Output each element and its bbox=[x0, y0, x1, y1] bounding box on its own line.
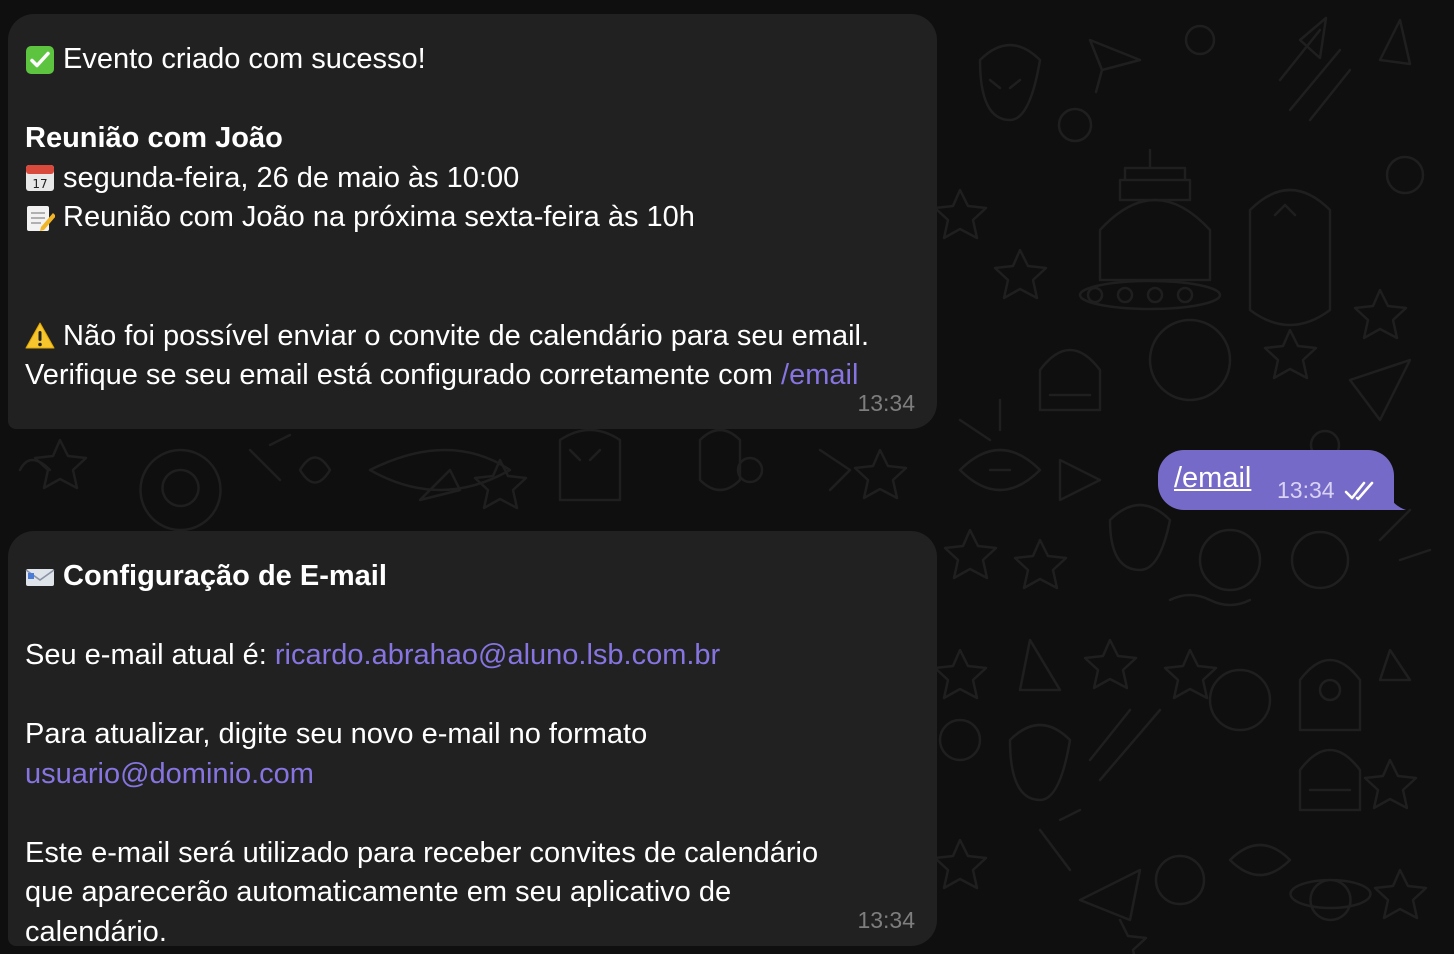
event-title: Reunião com João bbox=[25, 122, 283, 154]
config-title: Configuração de E-mail bbox=[63, 560, 387, 592]
current-email-link[interactable]: ricardo.abrahao@aluno.lsb.com.br bbox=[275, 636, 720, 676]
message-timestamp: 13:34 bbox=[1277, 477, 1335, 503]
chat-area: Evento criado com sucesso! Reunião com J… bbox=[0, 0, 1454, 954]
status-line: Evento criado com sucesso! bbox=[25, 40, 921, 80]
message-timestamp: 13:34 bbox=[857, 906, 915, 933]
config-title-line: Configuração de E-mail bbox=[25, 557, 921, 597]
current-email-line: Seu e-mail atual é: ricardo.abrahao@alun… bbox=[25, 636, 921, 676]
double-check-icon bbox=[1344, 481, 1374, 501]
incoming-message-event-created: Evento criado com sucesso! Reunião com J… bbox=[8, 14, 937, 429]
date-line: 17 segunda-feira, 26 de maio às 10:00 bbox=[25, 159, 921, 199]
current-email-label: Seu e-mail atual é: bbox=[25, 639, 267, 671]
warning-icon bbox=[25, 321, 55, 351]
format-example-link[interactable]: usuario@dominio.com bbox=[25, 755, 921, 795]
info-text-line-3: calendário. bbox=[25, 915, 167, 948]
info-text-line-1: Este e-mail será utilizado para receber … bbox=[25, 836, 819, 869]
message-timestamp: 13:34 bbox=[857, 389, 915, 416]
memo-text: Reunião com João na próxima sexta-feira … bbox=[63, 201, 695, 233]
info-text-line-2: que aparecerão automaticamente em seu ap… bbox=[25, 876, 732, 908]
verify-line: Verifique se seu email está configurado … bbox=[25, 356, 921, 396]
warning-text: Não foi possível enviar o convite de cal… bbox=[63, 319, 870, 352]
outgoing-message-email-command: /email 13:34 bbox=[1158, 450, 1394, 510]
status-text: Evento criado com sucesso! bbox=[63, 43, 426, 75]
check-mark-icon bbox=[25, 45, 55, 75]
date-text: segunda-feira, 26 de maio às 10:00 bbox=[63, 161, 520, 194]
email-command[interactable]: /email bbox=[1174, 462, 1251, 494]
bubble-tail bbox=[1386, 484, 1406, 510]
verify-text: Verifique se seu email está configurado … bbox=[25, 359, 773, 391]
warning-line: Não foi possível enviar o convite de cal… bbox=[25, 317, 921, 357]
incoming-message-email-config: Configuração de E-mail Seu e-mail atual … bbox=[8, 531, 937, 948]
memo-icon bbox=[25, 203, 55, 233]
envelope-icon bbox=[25, 562, 55, 592]
update-instruction: Para atualizar, digite seu novo e-mail n… bbox=[25, 718, 648, 750]
calendar-icon: 17 bbox=[25, 163, 55, 193]
email-command-link[interactable]: /email bbox=[781, 356, 858, 396]
memo-line: Reunião com João na próxima sexta-feira … bbox=[25, 198, 921, 238]
svg-text:17: 17 bbox=[32, 177, 47, 191]
